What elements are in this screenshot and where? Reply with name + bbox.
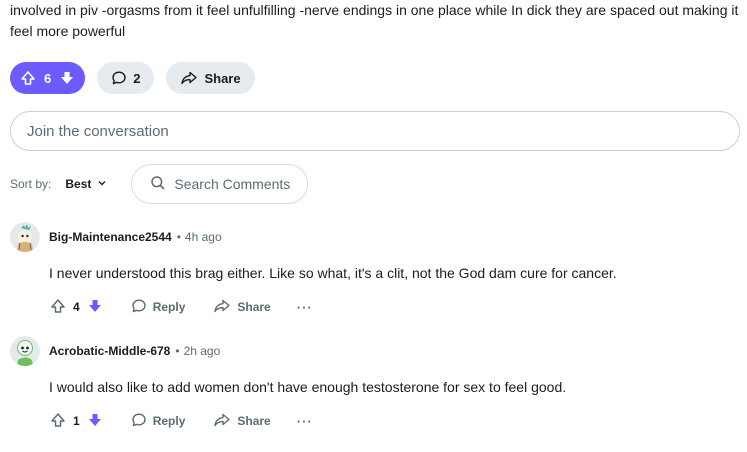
comment-text: I never understood this brag either. Lik… — [49, 265, 617, 281]
comment-bubble-icon — [131, 412, 147, 431]
comment-header: Acrobatic-Middle-678 • 2h ago — [10, 335, 740, 367]
comment-vote-count: 1 — [73, 414, 80, 428]
sort-value: Best — [65, 177, 92, 191]
share-arrow-icon — [180, 70, 198, 86]
reply-button[interactable]: Reply — [131, 412, 186, 431]
upvote-icon[interactable] — [50, 412, 66, 431]
downvote-icon[interactable] — [59, 70, 75, 86]
comment-vote: 4 — [50, 298, 103, 317]
comment-author[interactable]: Big-Maintenance2544 — [49, 230, 172, 244]
share-button[interactable]: Share — [213, 298, 271, 317]
avatar[interactable] — [10, 222, 40, 252]
reply-label: Reply — [152, 300, 186, 314]
comment-vote-count: 4 — [73, 300, 80, 314]
reply-button[interactable]: Reply — [131, 298, 186, 317]
share-label: Share — [237, 414, 271, 428]
sort-search-row: Sort by: Best Search Comments — [10, 164, 309, 204]
search-comments-input[interactable]: Search Comments — [131, 164, 309, 204]
post-action-bar: 6 2 Share — [10, 62, 255, 94]
more-options-button[interactable]: ··· — [297, 300, 313, 315]
share-arrow-icon — [213, 412, 231, 431]
downvote-icon[interactable] — [87, 298, 103, 317]
join-conversation-input[interactable]: Join the conversation — [10, 111, 740, 151]
post-vote-pill: 6 — [10, 62, 86, 94]
comment-bubble-icon — [111, 70, 127, 86]
comment: Big-Maintenance2544 • 4h ago I never und… — [10, 221, 740, 319]
downvote-icon[interactable] — [87, 412, 103, 431]
reply-label: Reply — [152, 414, 186, 428]
comment-vote: 1 — [50, 412, 103, 431]
sort-dropdown[interactable]: Best — [65, 177, 107, 191]
comment-header: Big-Maintenance2544 • 4h ago — [10, 221, 740, 253]
search-icon — [150, 175, 166, 194]
chevron-down-icon — [97, 177, 107, 191]
comment-action-bar: 1 Reply Share ··· — [50, 409, 740, 433]
comment-author[interactable]: Acrobatic-Middle-678 — [49, 344, 170, 358]
post-body-text: involved in piv -orgasms from it feel un… — [10, 2, 739, 39]
meta-separator: • — [175, 344, 180, 358]
comment-count: 2 — [133, 70, 141, 86]
search-placeholder: Search Comments — [174, 176, 291, 192]
upvote-icon[interactable] — [20, 70, 36, 86]
avatar[interactable] — [10, 336, 40, 366]
post-vote-count: 6 — [44, 70, 52, 86]
upvote-icon[interactable] — [50, 298, 66, 317]
comment-bubble-icon — [131, 298, 147, 317]
comment-time[interactable]: 2h ago — [184, 344, 221, 358]
comment-text: I would also like to add women don't hav… — [49, 379, 567, 395]
meta-separator: • — [176, 230, 181, 244]
share-arrow-icon — [213, 298, 231, 317]
comment-action-bar: 4 Reply Share ··· — [50, 295, 740, 319]
comment: Acrobatic-Middle-678 • 2h ago I would al… — [10, 335, 740, 433]
sort-label: Sort by: — [10, 177, 52, 191]
share-button[interactable]: Share — [213, 412, 271, 431]
share-label: Share — [237, 300, 271, 314]
join-placeholder: Join the conversation — [27, 122, 169, 140]
share-button[interactable]: Share — [166, 62, 255, 94]
comment-time[interactable]: 4h ago — [185, 230, 222, 244]
comments-button[interactable]: 2 — [97, 62, 155, 94]
share-label: Share — [204, 70, 241, 86]
more-options-button[interactable]: ··· — [297, 414, 313, 429]
